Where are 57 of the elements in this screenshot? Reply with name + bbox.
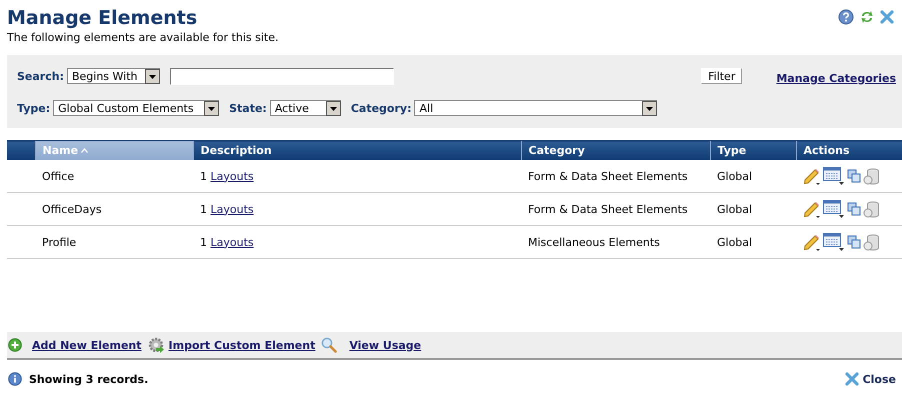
layout-count: 1 bbox=[200, 236, 207, 248]
state-label: State: bbox=[229, 102, 267, 114]
filter-button[interactable]: Filter bbox=[701, 68, 742, 84]
type-cell: Global bbox=[710, 226, 796, 258]
type-cell: Global bbox=[710, 160, 796, 192]
column-header[interactable]: Category bbox=[521, 140, 710, 160]
copy-icon[interactable] bbox=[847, 235, 861, 249]
search-field[interactable] bbox=[170, 68, 394, 84]
list-icon[interactable] bbox=[823, 167, 845, 185]
page-title: Manage Elements bbox=[7, 6, 198, 30]
layouts-link[interactable]: Layouts bbox=[210, 236, 254, 248]
toolbar-link[interactable]: View Usage bbox=[349, 338, 422, 352]
element-name: Profile bbox=[35, 226, 193, 258]
page-subtitle: The following elements are available for this site. bbox=[7, 31, 278, 45]
copy-icon[interactable] bbox=[847, 202, 861, 216]
element-name: Office bbox=[35, 160, 193, 192]
pencil-icon[interactable] bbox=[803, 200, 821, 218]
record-count: Showing 3 records. bbox=[29, 372, 148, 386]
pencil-icon[interactable] bbox=[803, 233, 821, 251]
column-header[interactable]: Type bbox=[710, 140, 796, 160]
layout-count: 1 bbox=[200, 202, 207, 216]
help-icon[interactable] bbox=[838, 9, 854, 25]
category-select[interactable]: All bbox=[414, 100, 658, 116]
sort-caret-icon bbox=[81, 148, 88, 153]
column-header[interactable]: Description bbox=[193, 140, 521, 160]
layout-count: 1 bbox=[200, 170, 207, 182]
toolbar-link[interactable]: Add New Element bbox=[32, 338, 142, 352]
category-cell: Form & Data Sheet Elements bbox=[521, 160, 710, 192]
type-select[interactable]: Global Custom Elements bbox=[53, 100, 220, 116]
type-label: Type: bbox=[17, 102, 50, 114]
toolbar-link[interactable]: Import Custom Element bbox=[168, 338, 316, 352]
element-name: OfficeDays bbox=[35, 192, 193, 226]
magnifier-icon[interactable] bbox=[321, 337, 338, 353]
refresh-icon[interactable] bbox=[860, 9, 874, 25]
add-icon[interactable] bbox=[8, 338, 22, 352]
layouts-link[interactable]: Layouts bbox=[210, 170, 254, 182]
info-icon bbox=[8, 372, 22, 386]
category-cell: Miscellaneous Elements bbox=[521, 226, 710, 258]
close-icon bbox=[844, 372, 859, 386]
manage-categories-link[interactable]: Manage Categories bbox=[776, 72, 896, 84]
database-icon[interactable] bbox=[863, 234, 880, 250]
column-header[interactable]: Actions bbox=[796, 140, 902, 160]
list-icon[interactable] bbox=[823, 233, 845, 251]
state-select[interactable]: Active bbox=[270, 100, 341, 116]
search-label: Search: bbox=[17, 70, 64, 82]
close-icon[interactable] bbox=[880, 10, 894, 24]
pencil-icon[interactable] bbox=[803, 167, 821, 185]
database-icon[interactable] bbox=[863, 200, 880, 218]
type-cell: Global bbox=[710, 192, 796, 226]
database-icon[interactable] bbox=[863, 168, 880, 184]
category-label: Category: bbox=[350, 102, 412, 114]
close-button[interactable]: Close bbox=[844, 372, 896, 386]
copy-icon[interactable] bbox=[847, 169, 861, 183]
category-cell: Form & Data Sheet Elements bbox=[521, 192, 710, 226]
list-icon[interactable] bbox=[823, 200, 845, 218]
search-mode-select[interactable]: Begins With bbox=[66, 68, 160, 84]
layouts-link[interactable]: Layouts bbox=[210, 202, 254, 216]
